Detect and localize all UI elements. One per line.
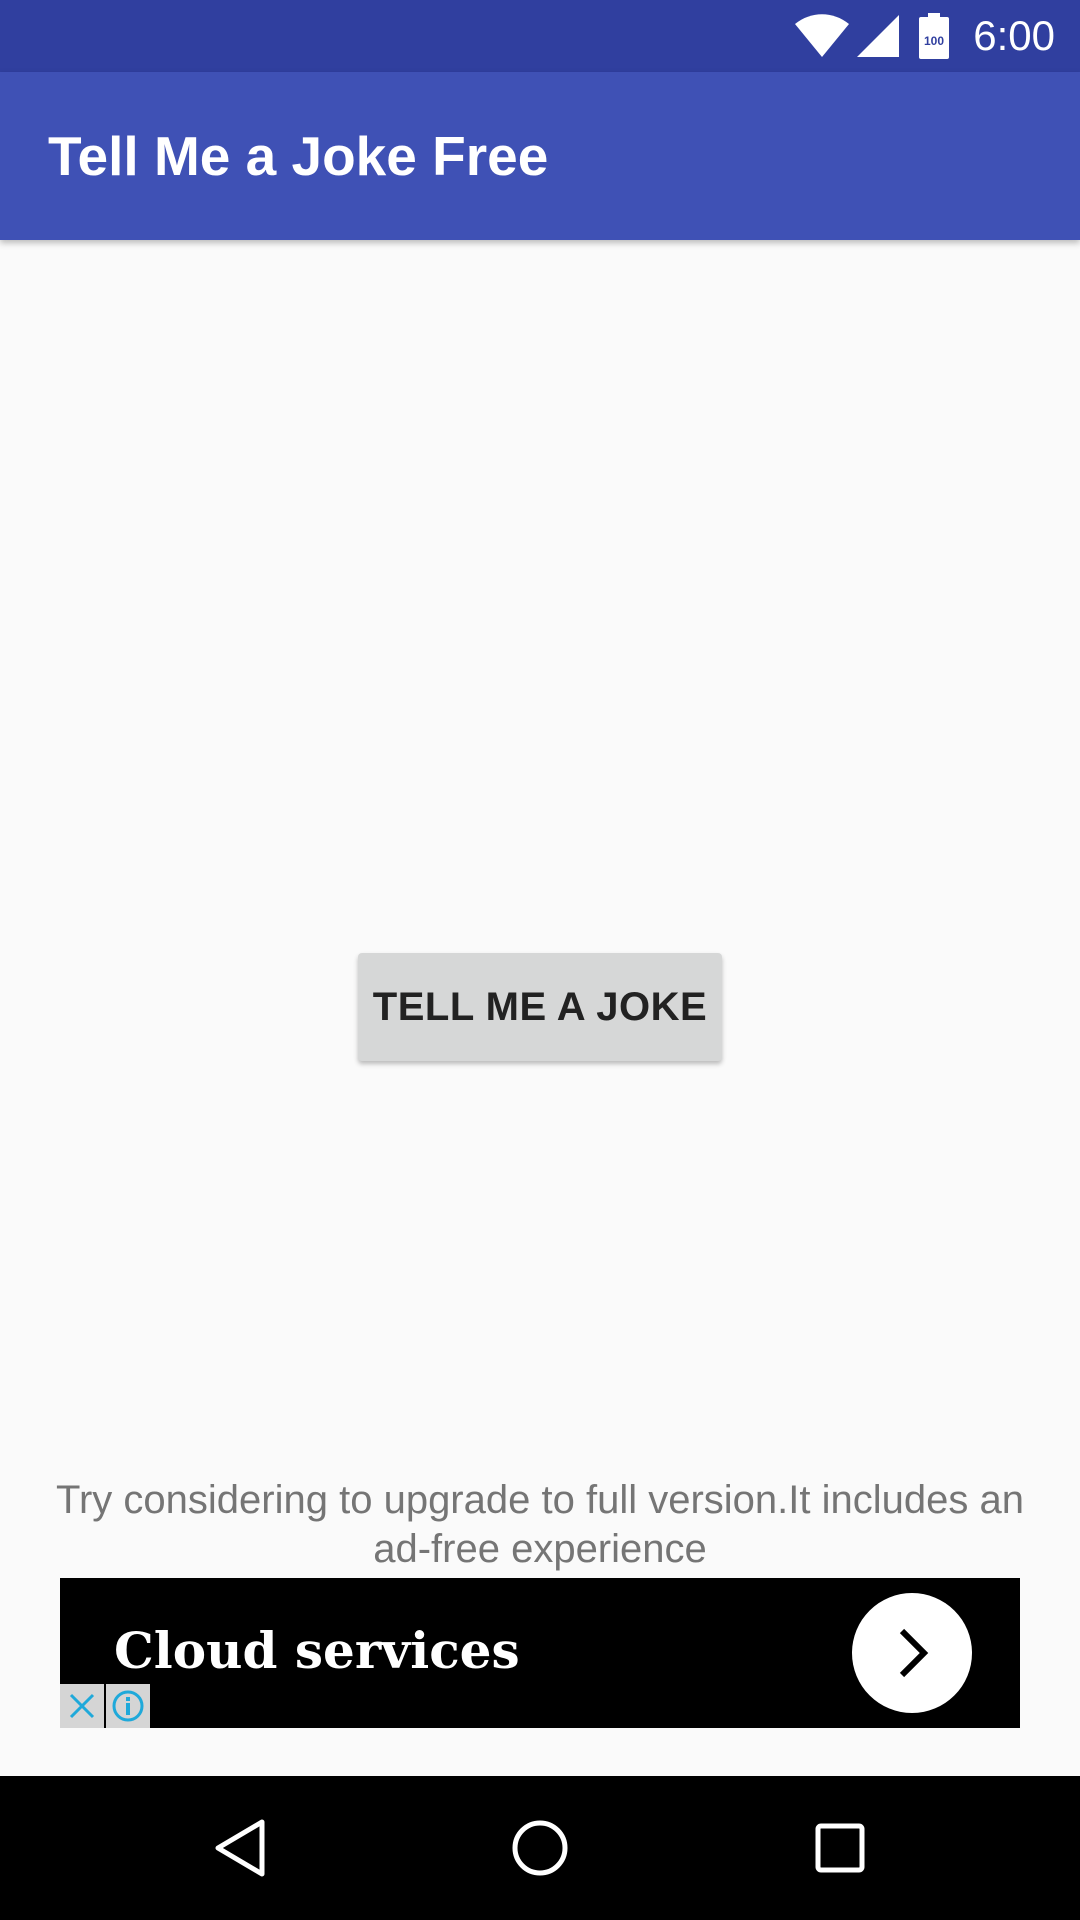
close-icon [69, 1693, 95, 1719]
navigation-bar [0, 1776, 1080, 1920]
ad-banner[interactable]: Cloud services [60, 1578, 1020, 1728]
back-icon [215, 1819, 265, 1877]
app-title: Tell Me a Joke Free [48, 125, 549, 187]
app-screen: 100 6:00 Tell Me a Joke Free TELL ME A J… [0, 0, 1080, 1920]
wifi-icon [795, 14, 850, 58]
tell-joke-button[interactable]: TELL ME A JOKE [358, 953, 722, 1061]
nav-back-button[interactable] [168, 1776, 312, 1920]
ad-headline: Cloud services [114, 1621, 520, 1680]
chevron-right-icon [899, 1628, 929, 1678]
ad-open-button[interactable] [852, 1593, 972, 1713]
recents-icon [815, 1823, 865, 1873]
app-bar: Tell Me a Joke Free [0, 72, 1080, 240]
status-clock: 6:00 [973, 12, 1055, 59]
nav-recents-button[interactable] [768, 1776, 912, 1920]
upgrade-message: Try considering to upgrade to full versi… [56, 1478, 1024, 1571]
battery-level-text: 100 [924, 34, 944, 48]
ad-choices [60, 1684, 150, 1728]
status-bar: 100 6:00 [0, 0, 1080, 72]
ad-close-button[interactable] [60, 1684, 104, 1728]
nav-home-button[interactable] [468, 1776, 612, 1920]
signal-icon [857, 15, 900, 57]
ad-info-button[interactable] [104, 1684, 150, 1728]
home-icon [512, 1820, 568, 1876]
info-icon [112, 1690, 144, 1722]
battery-icon: 100 [919, 13, 950, 59]
status-icons: 100 6:00 [795, 0, 1080, 72]
